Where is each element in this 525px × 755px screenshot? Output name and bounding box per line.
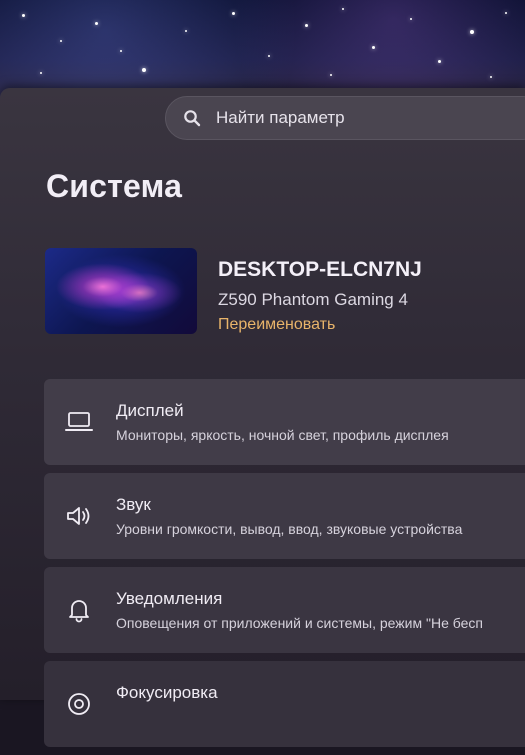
settings-item-focus[interactable]: Фокусировка (44, 661, 525, 747)
settings-item-title: Звук (116, 495, 151, 514)
settings-item-title: Фокусировка (116, 683, 218, 702)
rename-link[interactable]: Переименовать (218, 316, 335, 334)
settings-item-sound[interactable]: Звук Уровни громкости, вывод, ввод, звук… (44, 473, 525, 559)
laptop-icon (64, 407, 94, 437)
page-title: Система (46, 168, 183, 204)
settings-item-display[interactable]: Дисплей Мониторы, яркость, ночной свет, … (44, 379, 525, 465)
device-wallpaper-thumbnail (45, 248, 197, 334)
settings-window: Найти параметр Система DESKTOP-ELCN7NJ Z… (0, 88, 525, 747)
device-model: Z590 Phantom Gaming 4 (218, 290, 408, 309)
settings-item-title: Дисплей (116, 401, 184, 420)
settings-item-title: Уведомления (116, 589, 223, 608)
desktop-wallpaper (0, 0, 525, 100)
speaker-icon (64, 501, 94, 531)
settings-item-description: Мониторы, яркость, ночной свет, профиль … (116, 427, 449, 443)
settings-item-description: Оповещения от приложений и системы, режи… (116, 615, 483, 631)
search-input[interactable]: Найти параметр (165, 96, 525, 140)
settings-item-description: Уровни громкости, вывод, ввод, звуковые … (116, 521, 463, 537)
focus-icon (64, 689, 94, 719)
bell-icon (64, 595, 94, 625)
search-placeholder: Найти параметр (216, 108, 345, 127)
settings-list: Дисплей Мониторы, яркость, ночной свет, … (44, 379, 525, 755)
search-icon (182, 108, 202, 128)
device-name: DESKTOP-ELCN7NJ (218, 258, 422, 281)
settings-item-notifications[interactable]: Уведомления Оповещения от приложений и с… (44, 567, 525, 653)
